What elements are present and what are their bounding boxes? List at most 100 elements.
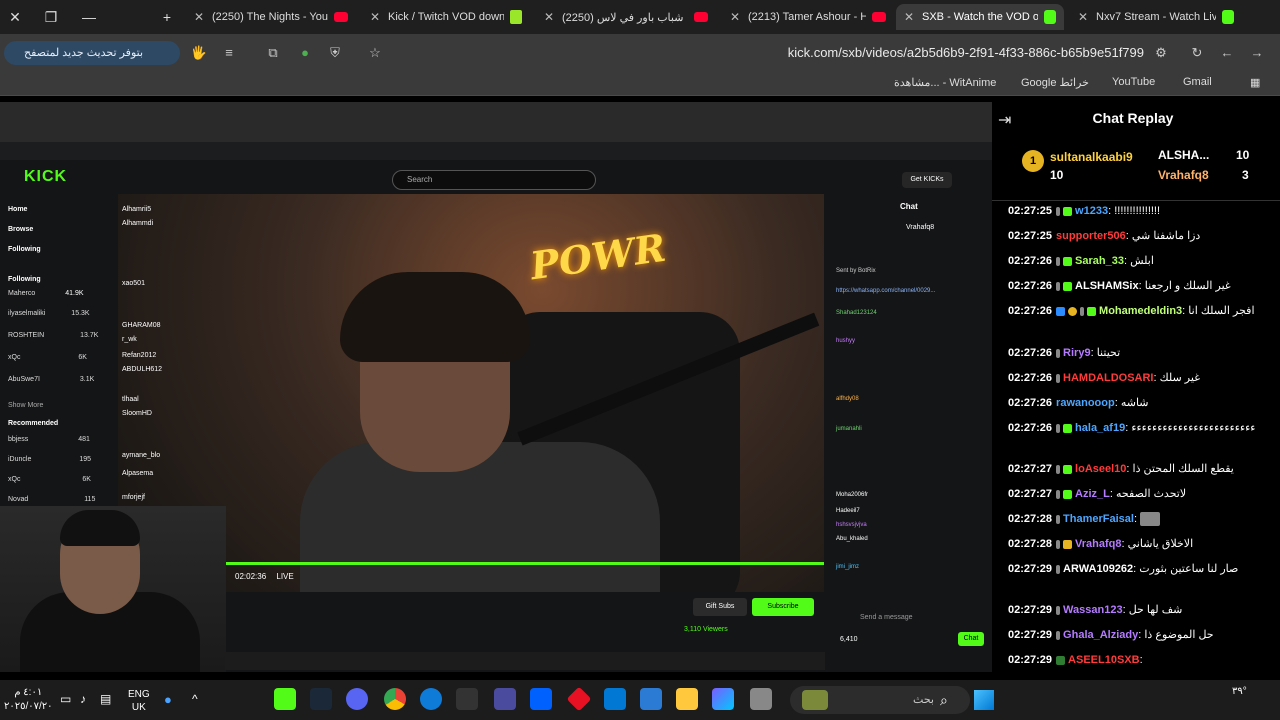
language-indicator[interactable]: ENG UK — [128, 688, 150, 714]
steam-icon[interactable] — [310, 688, 332, 710]
epic-games-icon[interactable] — [456, 688, 478, 710]
reload-icon[interactable]: ↻ — [1188, 44, 1206, 62]
close-tab-icon[interactable]: ✕ — [370, 10, 382, 24]
inner-browser-tabs — [0, 102, 992, 142]
message-user[interactable]: Wassan123 — [1063, 604, 1123, 616]
message-user[interactable]: ASEEL10SXB — [1068, 654, 1140, 666]
progress-bar — [225, 562, 825, 565]
message-user[interactable]: Riry9 — [1063, 347, 1091, 359]
dropbox-icon[interactable] — [530, 688, 552, 710]
message-text: تحيتنا — [1096, 347, 1121, 359]
minimize-window-icon[interactable]: — — [78, 6, 100, 28]
chat-message: 02:27:26 Riry9: تحيتنا — [1008, 347, 1121, 359]
message-user[interactable]: ALSHAMSix — [1075, 280, 1139, 292]
star-icon[interactable]: ☆ — [366, 44, 384, 62]
close-tab-icon[interactable]: ✕ — [904, 10, 916, 24]
message-user[interactable]: Mohamedeldin3 — [1099, 305, 1182, 317]
apps-icon[interactable]: ▦ — [1250, 76, 1260, 89]
playlist-icon[interactable]: ≡ — [220, 44, 238, 62]
app-icon-2[interactable] — [750, 688, 772, 710]
microphone-icon[interactable]: ● — [164, 692, 178, 708]
sub-badge-icon — [1063, 489, 1073, 499]
message-time: 02:27:25 — [1008, 230, 1053, 242]
puzzle-icon[interactable]: ⧉ — [264, 44, 282, 62]
notifications-icon[interactable]: ▭ — [60, 692, 76, 708]
close-tab-icon[interactable]: ✕ — [1078, 10, 1090, 24]
mail-icon[interactable] — [604, 688, 626, 710]
badge-icon — [1056, 539, 1061, 549]
extension-icon[interactable]: 🖐 — [190, 44, 208, 62]
kick-app-icon[interactable] — [274, 688, 296, 710]
restore-window-icon[interactable]: ❐ — [40, 6, 62, 28]
message-user[interactable]: Vrahafq8 — [1075, 538, 1121, 550]
message-user[interactable]: Sarah_33 — [1075, 255, 1124, 267]
time: 02:02:36 — [235, 572, 267, 581]
message-user[interactable]: HAMDALDOSARI — [1063, 372, 1153, 384]
bookmark-gmail[interactable]: Gmail — [1183, 76, 1212, 88]
badge-icon — [1080, 306, 1085, 316]
copilot-icon[interactable] — [712, 688, 734, 710]
tab-2[interactable]: ✕ (2250) شباب باور في لاس — [536, 4, 716, 30]
weather-widget[interactable]: ٣٩° — [1232, 686, 1247, 697]
video-player[interactable]: KICK Search Get KICKs Home Browse Follow… — [0, 102, 992, 672]
discord-icon[interactable] — [346, 688, 368, 710]
close-tab-icon[interactable]: ✕ — [730, 10, 742, 24]
app-icon[interactable] — [494, 688, 516, 710]
file-explorer-icon[interactable] — [676, 688, 698, 710]
bookmark-youtube[interactable]: YouTube — [1112, 76, 1155, 88]
message-user[interactable]: loAseel10 — [1075, 463, 1126, 475]
site-settings-icon[interactable]: ⚙ — [1152, 44, 1170, 62]
viewer-count: 115 — [84, 496, 96, 503]
close-tab-icon[interactable]: ✕ — [544, 10, 556, 24]
badge-icon — [1056, 281, 1061, 291]
kick-logo: KICK — [24, 168, 68, 185]
bookmark-witanime[interactable]: مشاهدة... - WitAnime — [894, 76, 996, 89]
message-user[interactable]: Aziz_L — [1075, 488, 1110, 500]
tab-1[interactable]: ✕ Kick / Twitch VOD downloader — [362, 4, 530, 30]
message-user[interactable]: ARWA109262 — [1063, 563, 1133, 575]
bookmark-maps[interactable]: Google خرائط — [1021, 76, 1089, 89]
close-tab-icon[interactable]: ✕ — [194, 10, 206, 24]
shield-icon[interactable]: ⛨ — [326, 44, 344, 62]
volume-icon[interactable]: ♪ — [80, 692, 96, 708]
edge-icon[interactable] — [420, 688, 442, 710]
close-window-icon[interactable]: ✕ — [4, 6, 26, 28]
forward-icon[interactable]: ← — [1218, 44, 1236, 62]
chevron-up-icon[interactable]: ^ — [192, 692, 206, 708]
viewer-count: 481 — [78, 436, 90, 443]
message-time: 02:27:26 — [1008, 372, 1053, 384]
address-bar[interactable]: kick.com/sxb/videos/a2b5d6b9-2f91-4f33-8… — [640, 45, 1144, 60]
message-user[interactable]: hala_af19 — [1075, 422, 1125, 434]
message-user[interactable]: supporter506 — [1056, 230, 1126, 242]
tab-4-active[interactable]: ✕ SXB - Watch the VOD on — [896, 4, 1064, 30]
message-user[interactable]: Ghala_Alziady — [1063, 629, 1138, 641]
extension-badge-icon[interactable]: ● — [296, 44, 314, 62]
message-user[interactable]: ThamerFaisal — [1063, 513, 1134, 525]
network-icon[interactable]: ▤ — [100, 692, 116, 708]
new-tab-icon[interactable]: + — [156, 6, 178, 28]
sub-badge-icon — [1063, 256, 1073, 266]
chat-message: 02:27:29 ASEEL10SXB: — [1008, 654, 1143, 666]
taskbar-clock[interactable]: ٤:٠١ م ٢٠٢٥/٠٧/٢٠ — [4, 686, 53, 714]
chrome-update-button[interactable]: بتوفر تحديث جديد لمتصفح Chrome — [4, 41, 180, 83]
recommended-channel: xQc 6K — [8, 476, 91, 483]
overlay-chat-user: aymane_blo — [122, 452, 161, 459]
tab-title: Kick / Twitch VOD downloader — [388, 11, 504, 23]
message-text: صار لنا ساعتين بثورت — [1139, 563, 1239, 575]
message-user[interactable]: rawanooop — [1056, 397, 1115, 409]
tab-5[interactable]: ✕ Nxv7 Stream - Watch Live — [1070, 4, 1242, 30]
chrome-icon[interactable] — [384, 688, 406, 710]
emote-icon — [1140, 512, 1161, 527]
message-user[interactable]: w1233 — [1075, 205, 1108, 217]
clock-date: ٢٠٢٥/٠٧/٢٠ — [4, 701, 53, 712]
tab-3[interactable]: ✕ (2213) Tamer Ashour - Hay — [722, 4, 894, 30]
chat-message: 02:27:26 Mohamedeldin3: افجر السلك انا — [1008, 305, 1255, 317]
message-text: ابلش — [1130, 255, 1154, 267]
tab-0[interactable]: ✕ (2250) The Nights - YouTube — [186, 4, 356, 30]
back-icon[interactable]: → — [1248, 44, 1266, 62]
nav-browse: Browse — [8, 226, 34, 233]
windows-start-icon[interactable] — [974, 690, 994, 710]
badge-icon — [1056, 630, 1061, 640]
chat-message: 02:27:28 ThamerFaisal: — [1008, 512, 1270, 527]
store-icon[interactable] — [640, 688, 662, 710]
